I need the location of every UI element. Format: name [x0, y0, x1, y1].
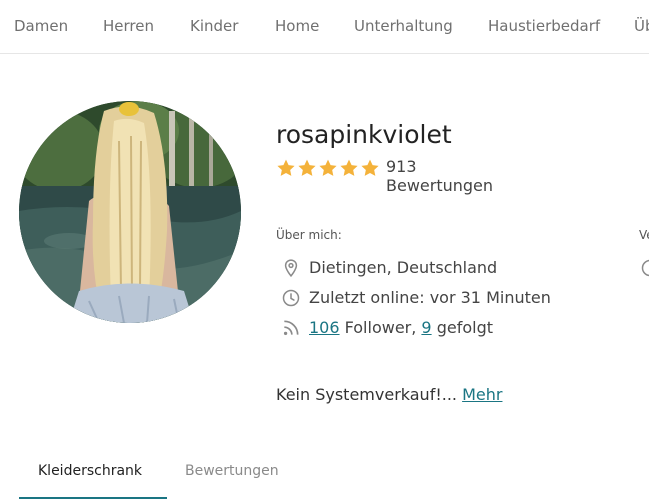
verified-label-partial: Ve: [639, 228, 649, 242]
map-pin-icon: [284, 259, 298, 278]
followers-text: 106 Follower, 9 gefolgt: [309, 318, 493, 337]
top-nav: Damen Herren Kinder Home Unterhaltung Ha…: [0, 0, 649, 54]
followers-label: Follower,: [339, 318, 422, 337]
clock-icon: [282, 289, 300, 307]
following-label: gefolgt: [431, 318, 493, 337]
tab-bewertungen[interactable]: Bewertungen: [185, 463, 279, 479]
following-count-link[interactable]: 9: [421, 318, 431, 337]
nav-item-herren[interactable]: Herren: [103, 17, 154, 35]
star-icon: [277, 159, 295, 176]
star-icon: [319, 159, 337, 176]
last-online-text: Zuletzt online: vor 31 Minuten: [309, 288, 551, 307]
star-icon: [340, 159, 358, 176]
review-count: 913 Bewertungen: [386, 157, 494, 195]
more-link[interactable]: Mehr: [462, 385, 502, 404]
nav-item-haustierbedarf[interactable]: Haustierbedarf: [488, 17, 600, 35]
nav-item-more[interactable]: Üb: [634, 17, 649, 35]
followers-count-link[interactable]: 106: [309, 318, 340, 337]
username: rosapinkviolet: [276, 120, 452, 149]
nav-item-damen[interactable]: Damen: [14, 17, 68, 35]
about-label: Über mich:: [276, 228, 342, 242]
avatar[interactable]: [19, 101, 241, 323]
avatar-image: [19, 101, 241, 323]
nav-item-unterhaltung[interactable]: Unterhaltung: [354, 17, 453, 35]
rss-icon: [283, 320, 299, 336]
profile-tabs: Kleiderschrank Bewertungen: [19, 446, 649, 500]
location-text: Dietingen, Deutschland: [309, 258, 498, 277]
bio: Kein Systemverkauf!... Mehr: [276, 385, 502, 404]
star-icon: [361, 159, 379, 176]
tab-kleiderschrank[interactable]: Kleiderschrank: [38, 463, 142, 479]
bio-text: Kein Systemverkauf!...: [276, 385, 463, 404]
nav-item-home[interactable]: Home: [275, 17, 319, 35]
star-icon: [298, 159, 316, 176]
nav-item-kinder[interactable]: Kinder: [190, 17, 238, 35]
active-tab-indicator: [19, 497, 167, 499]
rating-stars: [276, 158, 380, 178]
verified-icon-partial: [641, 259, 649, 277]
